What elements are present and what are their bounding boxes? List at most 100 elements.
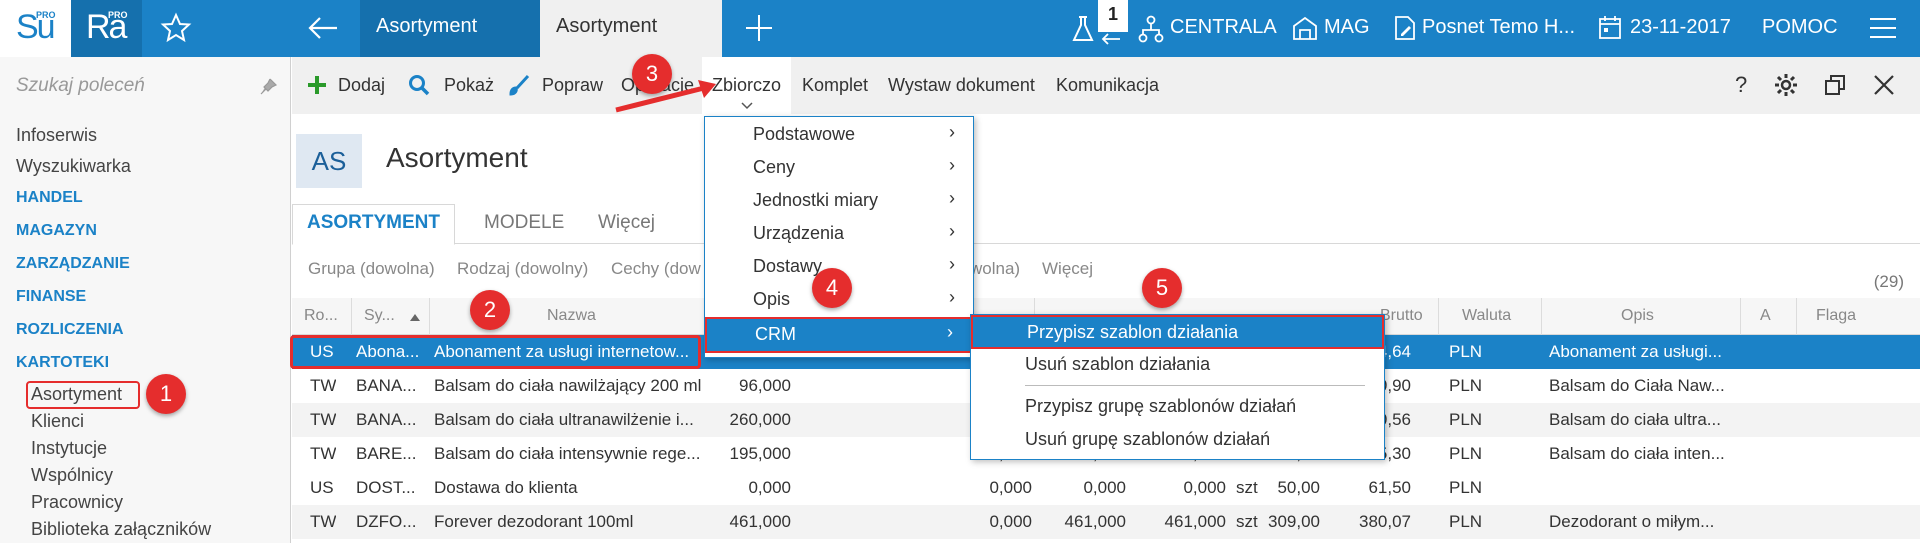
back-arrow-icon[interactable] [306, 14, 340, 42]
menu-item-crm[interactable]: CRM › [705, 317, 973, 353]
chevron-right-icon: › [949, 122, 955, 142]
filter-features[interactable]: Cechy (dow [611, 259, 701, 279]
cell-description: Abonament za usługi... [1549, 342, 1722, 361]
sidebar-item-instytucje[interactable]: Instytucje [31, 438, 107, 459]
help-button[interactable]: POMOC [1762, 16, 1838, 39]
annotation-marker-1: 1 [146, 374, 186, 414]
menu-item-urzadzenia[interactable]: Urządzenia › [705, 218, 973, 249]
cell-description: Balsam do ciała ultra... [1549, 410, 1721, 429]
cell-available: 0,000 [1083, 478, 1126, 497]
restore-window-icon[interactable] [1824, 74, 1846, 96]
command-search-input[interactable]: Szukaj poleceń [16, 75, 145, 97]
notification-badge[interactable]: 1 [1098, 0, 1128, 32]
cell-currency: PLN [1449, 478, 1483, 497]
menu-item-remove-template-group[interactable]: Usuń grupę szablonów działań [971, 424, 1384, 456]
tab-asortyment-1[interactable]: Asortyment [360, 0, 540, 57]
close-icon[interactable] [1873, 74, 1895, 96]
warehouse-label[interactable]: MAG [1324, 16, 1370, 39]
sidebar-section-rozliczenia[interactable]: ROZLICZENIA [16, 321, 124, 339]
sidebar: Szukaj poleceń Infoserwis Wyszukiwarka H… [0, 57, 291, 543]
tab-asortyment-2[interactable]: Asortyment [540, 0, 722, 57]
menu-item-assign-template[interactable]: Przypisz szablon działania [971, 315, 1384, 349]
tab-modele[interactable]: MODELE [484, 212, 564, 234]
sidebar-section-finanse[interactable]: FINANSE [16, 288, 86, 306]
menu-item-jednostki[interactable]: Jednostki miary › [705, 185, 973, 216]
cell-currency: PLN [1449, 512, 1483, 531]
cell-symbol: DOST... [356, 478, 416, 497]
rachmistrz-logo[interactable]: Ra PRO [71, 0, 142, 57]
cell-currency: PLN [1449, 376, 1483, 395]
cell-name: Dostawa do klienta [434, 478, 578, 497]
column-header-currency[interactable]: Waluta [1462, 307, 1511, 325]
filter-group[interactable]: Grupa (dowolna) [308, 259, 435, 279]
cell-disposable: 0,000 [1183, 478, 1226, 497]
column-header-flag[interactable]: Flaga [1816, 307, 1856, 325]
column-header-a[interactable]: A [1760, 307, 1771, 325]
column-header-brutto[interactable]: Brutto [1380, 307, 1423, 325]
new-tab-plus-icon[interactable] [744, 13, 774, 43]
sidebar-item-biblioteka[interactable]: Biblioteka załączników [31, 519, 211, 540]
sidebar-section-zarzadzanie[interactable]: ZARZĄDZANIE [16, 255, 130, 273]
add-button[interactable]: Dodaj [338, 75, 385, 96]
cell-brutto: 61,50 [1368, 478, 1411, 497]
column-header-symbol[interactable]: Sy... [364, 307, 395, 325]
edit-button[interactable]: Popraw [542, 75, 603, 96]
logo-pro-text: PRO [36, 10, 56, 20]
cell-description: Balsam do ciała inten... [1549, 444, 1725, 463]
tab-label: Asortyment [376, 15, 478, 37]
tab-asortyment[interactable]: ASORTYMENT [292, 204, 455, 245]
hamburger-menu-icon[interactable] [1868, 16, 1898, 40]
menu-item-assign-template-group[interactable]: Przypisz grupę szablonów działań [971, 391, 1384, 423]
sidebar-section-kartoteki[interactable]: KARTOTEKI [16, 354, 109, 372]
gear-icon[interactable] [1774, 73, 1798, 97]
column-divider [1796, 298, 1797, 335]
sidebar-item-wyszukiwarka[interactable]: Wyszukiwarka [16, 156, 131, 177]
chevron-right-icon: › [949, 221, 955, 241]
column-header-name[interactable]: Nazwa [547, 307, 596, 325]
filter-other[interactable]: wolna) [970, 259, 1020, 279]
menu-item-remove-template[interactable]: Usuń szablon działania [971, 349, 1384, 381]
date-label[interactable]: 23-11-2017 [1630, 16, 1731, 39]
flask-icon[interactable] [1070, 14, 1096, 44]
warehouse-icon [1293, 16, 1317, 40]
table-row[interactable]: TW DZFO... Forever dezodorant 100ml 461,… [292, 505, 1920, 539]
org-structure-icon [1138, 15, 1164, 43]
cell-stock: 461,000 [729, 512, 791, 531]
sidebar-item-pracownicy[interactable]: Pracownicy [31, 492, 123, 513]
module-badge: AS [296, 134, 362, 188]
show-button[interactable]: Pokaż [444, 75, 494, 96]
set-button[interactable]: Komplet [802, 75, 868, 96]
cell-stock: 96,000 [739, 376, 791, 395]
company-label[interactable]: Posnet Temo H... [1422, 16, 1575, 39]
cell-kind: US [310, 478, 334, 497]
communication-button[interactable]: Komunikacja [1056, 75, 1159, 96]
help-icon[interactable]: ? [1735, 72, 1747, 98]
column-divider [429, 298, 430, 335]
menu-item-label: Dostawy [753, 256, 823, 276]
table-row[interactable]: US DOST... Dostawa do klienta 0,000 0,00… [292, 471, 1920, 505]
sidebar-section-magazyn[interactable]: MAGAZYN [16, 222, 97, 240]
tab-wiecej[interactable]: Więcej [598, 212, 655, 234]
star-icon[interactable] [160, 12, 192, 44]
sidebar-item-wspolnicy[interactable]: Wspólnicy [31, 465, 113, 486]
annotation-marker-2: 2 [470, 290, 510, 330]
pin-icon[interactable] [258, 77, 278, 97]
menu-item-ceny[interactable]: Ceny › [705, 152, 973, 183]
sidebar-item-infoserwis[interactable]: Infoserwis [16, 125, 97, 146]
filter-kind[interactable]: Rodzaj (dowolny) [457, 259, 588, 279]
chevron-right-icon: › [949, 287, 955, 307]
column-header-kind[interactable]: Ro... [304, 307, 338, 325]
issue-document-button[interactable]: Wystaw dokument [888, 75, 1035, 96]
cell-available: 461,000 [1064, 512, 1126, 531]
subtabs: ASORTYMENT MODELE Więcej [292, 204, 1920, 245]
sidebar-item-klienci[interactable]: Klienci [31, 411, 84, 432]
menu-divider [1025, 385, 1365, 386]
filter-more[interactable]: Więcej [1042, 259, 1093, 279]
cell-kind: TW [310, 444, 337, 463]
subiekt-logo[interactable]: Su PRO [0, 0, 71, 57]
column-header-description[interactable]: Opis [1621, 307, 1654, 325]
sidebar-section-handel[interactable]: HANDEL [16, 189, 83, 207]
sort-asc-icon [410, 314, 420, 321]
org-label[interactable]: CENTRALA [1170, 16, 1277, 39]
menu-item-podstawowe[interactable]: Podstawowe › [705, 119, 973, 150]
